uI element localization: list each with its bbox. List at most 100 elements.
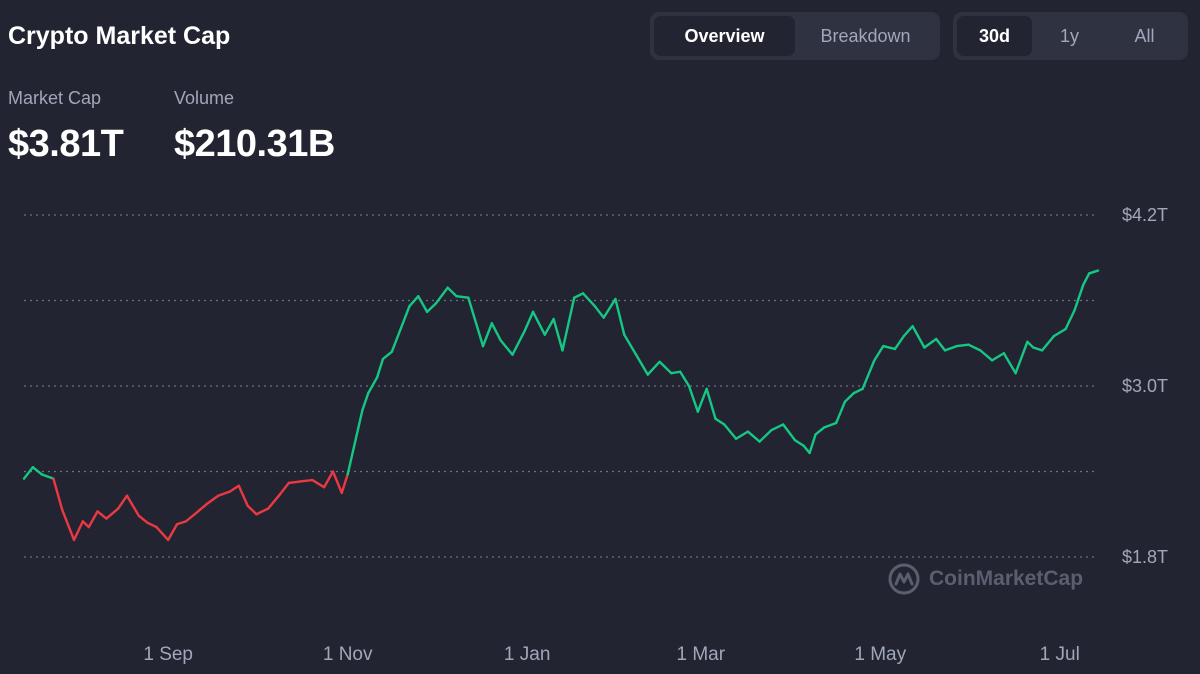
series-line-segment (923, 337, 938, 349)
series-line-segment (1040, 334, 1056, 352)
series-line-segment (1064, 309, 1076, 331)
series-line-segment (399, 305, 411, 331)
x-tick-label: 1 Jul (1040, 644, 1080, 665)
series-line-segment (705, 387, 717, 420)
series-line-segment (861, 359, 876, 391)
series-line-segment (658, 360, 673, 375)
series-line-segment (193, 503, 208, 516)
series-line-segment (278, 481, 291, 496)
series-line-segment (390, 327, 402, 353)
x-tick-label: 1 Jan (504, 644, 550, 665)
series-line-segment (634, 353, 650, 376)
y-tick-label: $4.2T (1122, 205, 1168, 225)
series-line-segment (408, 295, 420, 308)
watermark: CoinMarketCap (887, 562, 1083, 596)
series-line-segment (184, 513, 196, 523)
series-line-segment (299, 478, 314, 483)
series-line-segment (417, 295, 429, 314)
series-line-segment (714, 417, 726, 426)
coinmarketcap-logo-icon (888, 563, 920, 595)
series-line-segment (61, 508, 76, 542)
series-line-segment (166, 523, 179, 542)
series-line-segment (793, 438, 805, 448)
series-line-segment (893, 334, 905, 351)
series-line-segment (361, 391, 370, 412)
series-line-segment (237, 484, 249, 507)
x-tick-label: 1 May (854, 644, 906, 665)
series-line-segment (902, 324, 914, 338)
series-line-segment (781, 423, 797, 442)
series-line-segment (561, 296, 576, 352)
y-tick-label: $1.8T (1122, 547, 1168, 567)
series-line-segment (823, 421, 838, 429)
series-line-segment (346, 434, 358, 476)
series-line-segment (455, 295, 470, 299)
series-line-segment (287, 480, 302, 485)
series-line-segment (481, 322, 494, 348)
series-line-segment (746, 430, 761, 443)
series-line-segment (552, 317, 564, 352)
series-line-segment (125, 494, 140, 517)
series-line-segment (670, 370, 682, 375)
series-line-segment (602, 297, 617, 319)
series-line-segment (943, 344, 958, 352)
series-line-segment (72, 520, 85, 542)
series-line-segment (267, 493, 282, 510)
x-tick-label: 1 Sep (143, 644, 193, 665)
series-line-segment (255, 507, 270, 516)
series-line-segment (814, 426, 826, 436)
series-line-segment (843, 391, 855, 403)
series-line-segment (146, 521, 158, 529)
series-line-segment (852, 387, 864, 395)
series-line-segment (340, 473, 349, 495)
series-line-segment (967, 343, 982, 352)
series-line-segment (808, 433, 817, 455)
series-line-segment (758, 428, 773, 443)
series-line-segment (955, 343, 970, 348)
series-line-segment (1026, 340, 1035, 349)
series-line-segment (228, 484, 241, 493)
series-line-segment (1082, 272, 1091, 287)
series-line-segment (696, 387, 708, 413)
series-line-segment (1052, 327, 1067, 338)
series-line-segment (311, 478, 326, 489)
series-line-segment (543, 317, 555, 336)
series-line-segment (96, 510, 108, 520)
series-line-segment (87, 510, 99, 529)
series-line-segment (40, 473, 55, 480)
series-line-segment (246, 504, 258, 516)
series-line-segment (467, 296, 485, 348)
series-line-segment (205, 494, 220, 506)
series-line-segment (934, 337, 947, 352)
x-tick-label: 1 Nov (323, 644, 373, 665)
series-line-segment (614, 297, 626, 336)
series-line-segment (137, 514, 149, 524)
series-line-segment (217, 490, 232, 497)
series-line-segment (31, 466, 43, 476)
series-line-segment (1014, 340, 1029, 375)
series-line-segment (355, 409, 364, 438)
series-line-segment (52, 477, 64, 512)
series-line-segment (1073, 283, 1085, 312)
series-line-segment (331, 470, 343, 495)
y-tick-label: $3.0T (1122, 376, 1168, 396)
series-line-segment (770, 423, 785, 432)
series-line-segment (1087, 269, 1100, 275)
series-line-segment (490, 322, 502, 342)
series-line-segment (1002, 352, 1017, 375)
series-line-segment (573, 292, 585, 299)
series-line-segment (531, 310, 547, 336)
series-line-segment (1032, 346, 1044, 352)
series-line-segment (834, 400, 847, 425)
series-line-segment (687, 384, 700, 413)
series-line-segment (22, 466, 35, 480)
series-line-segment (367, 376, 379, 395)
series-line-segment (734, 430, 750, 440)
series-line-segment (678, 370, 691, 388)
series-line-segment (446, 286, 458, 298)
x-tick-label: 1 Mar (676, 644, 725, 665)
series-line-segment (155, 525, 170, 542)
series-line-segment (623, 333, 638, 356)
series-line-segment (581, 292, 597, 308)
series-line-segment (322, 470, 335, 489)
